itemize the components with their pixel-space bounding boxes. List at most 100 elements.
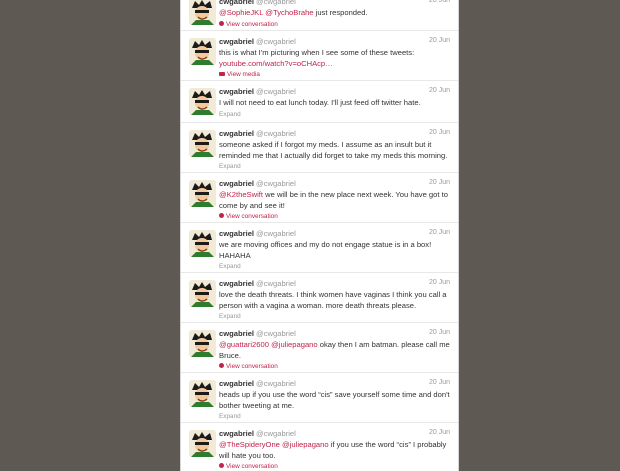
tweet-header: cwgabriel @cwgabriel [219,0,452,7]
action-label: View conversation [226,463,278,471]
author-handle[interactable]: @cwgabriel [256,129,296,138]
tweet-text-segment: someone asked if I forgot my meds. I ass… [219,140,448,160]
author-handle[interactable]: @cwgabriel [256,279,296,288]
author-name[interactable]: cwgabriel [219,379,254,388]
avatar[interactable] [189,38,216,65]
action-label: View conversation [226,363,278,371]
avatar[interactable] [189,180,216,207]
tweet-timestamp[interactable]: 20 Jun [429,37,450,44]
tweet-item[interactable]: cwgabriel @cwgabriel 20 Jun heads up if you… [181,373,458,423]
tweet-text: heads up if you use the word “cis” save … [219,390,452,411]
action-label: Expand [219,313,241,321]
tweet-timestamp[interactable]: 20 Jun [429,279,450,286]
author-name[interactable]: cwgabriel [219,179,254,188]
author-name[interactable]: cwgabriel [219,229,254,238]
author-handle[interactable]: @cwgabriel [256,37,296,46]
tweet-item[interactable]: cwgabriel @cwgabriel 20 Jun @SophieJKL @Tyc… [181,0,458,31]
tweet-text: I will not need to eat lunch today. I'll… [219,98,452,109]
action-label: View conversation [226,20,278,28]
tweet-item[interactable]: cwgabriel @cwgabriel 20 Jun love the death … [181,273,458,323]
tweet-link[interactable]: @juliepagano [282,440,329,449]
tweet-timestamp[interactable]: 20 Jun [429,0,450,4]
expand-link[interactable]: Expand [219,412,452,421]
tweet-item[interactable]: cwgabriel @cwgabriel 20 Jun we are moving o… [181,223,458,273]
tweet-timestamp[interactable]: 20 Jun [429,129,450,136]
timeline: cwgabriel @cwgabriel 20 Jun @SophieJKL @Tyc… [180,0,459,471]
action-label: Expand [219,163,241,171]
action-label: View conversation [226,213,278,221]
expand-link[interactable]: Expand [219,262,452,271]
avatar[interactable] [189,230,216,257]
tweet-text: love the death threats. I think women ha… [219,290,452,311]
author-name[interactable]: cwgabriel [219,279,254,288]
view-conversation-link[interactable]: View conversation [219,20,452,29]
tweet-text: @guattari2600 @juliepagano okay then I a… [219,340,452,361]
author-handle[interactable]: @cwgabriel [256,329,296,338]
avatar[interactable] [189,330,216,357]
tweet-link[interactable]: @TheSpideryOne [219,440,280,449]
avatar[interactable] [189,0,216,25]
author-name[interactable]: cwgabriel [219,329,254,338]
author-handle[interactable]: @cwgabriel [256,0,296,6]
avatar[interactable] [189,280,216,307]
author-name[interactable]: cwgabriel [219,0,254,6]
conversation-icon [219,463,224,469]
author-name[interactable]: cwgabriel [219,37,254,46]
conversation-icon [219,20,224,26]
conversation-icon [219,363,224,369]
tweet-text: @K2theSwift we will be in the new place … [219,190,452,211]
view-media-link[interactable]: View media [219,70,452,79]
avatar[interactable] [189,88,216,115]
tweet-text: we are moving offices and my do not enga… [219,240,452,261]
tweet-text: someone asked if I forgot my meds. I ass… [219,140,452,161]
media-icon [219,72,225,77]
tweet-item[interactable]: cwgabriel @cwgabriel 20 Jun I will not need… [181,81,458,123]
tweet-timestamp[interactable]: 20 Jun [429,179,450,186]
tweet-timestamp[interactable]: 20 Jun [429,229,450,236]
view-conversation-link[interactable]: View conversation [219,362,452,371]
action-label: Expand [219,110,241,118]
author-handle[interactable]: @cwgabriel [256,229,296,238]
author-handle[interactable]: @cwgabriel [256,379,296,388]
tweet-link[interactable]: @juliepagano [271,340,318,349]
conversation-icon [219,213,224,219]
view-conversation-link[interactable]: View conversation [219,462,452,471]
tweet-header: cwgabriel @cwgabriel [219,379,452,389]
author-name[interactable]: cwgabriel [219,129,254,138]
expand-link[interactable]: Expand [219,312,452,321]
tweet-item[interactable]: cwgabriel @cwgabriel 20 Jun @TheSpideryOne … [181,423,458,471]
author-name[interactable]: cwgabriel [219,87,254,96]
view-conversation-link[interactable]: View conversation [219,212,452,221]
tweet-header: cwgabriel @cwgabriel [219,329,452,339]
expand-link[interactable]: Expand [219,110,452,119]
tweet-text: @SophieJKL @TychoBrahe just responded. [219,8,452,19]
tweet-timestamp[interactable]: 20 Jun [429,429,450,436]
tweet-timestamp[interactable]: 20 Jun [429,329,450,336]
tweet-link[interactable]: @K2theSwift [219,190,263,199]
tweet-timestamp[interactable]: 20 Jun [429,379,450,386]
tweet-link[interactable]: @guattari2600 [219,340,269,349]
author-name[interactable]: cwgabriel [219,429,254,438]
author-handle[interactable]: @cwgabriel [256,179,296,188]
tweet-text-segment: we are moving offices and my do not enga… [219,240,432,260]
tweet-link[interactable]: @TychoBrahe [265,8,313,17]
action-label: View media [227,71,260,79]
action-label: Expand [219,413,241,421]
author-handle[interactable]: @cwgabriel [256,87,296,96]
tweet-text: @TheSpideryOne @juliepagano if you use t… [219,440,452,461]
tweet-link[interactable]: youtube.com/watch?v=oCHAcp… [219,59,333,68]
tweet-item[interactable]: cwgabriel @cwgabriel 20 Jun @guattari2600 @… [181,323,458,373]
tweet-item[interactable]: cwgabriel @cwgabriel 20 Jun this is what I'… [181,31,458,81]
tweet-timestamp[interactable]: 20 Jun [429,87,450,94]
tweet-item[interactable]: cwgabriel @cwgabriel 20 Jun someone asked i… [181,123,458,173]
expand-link[interactable]: Expand [219,162,452,171]
tweet-header: cwgabriel @cwgabriel [219,429,452,439]
avatar[interactable] [189,430,216,457]
tweet-header: cwgabriel @cwgabriel [219,229,452,239]
tweet-link[interactable]: @SophieJKL [219,8,263,17]
tweet-header: cwgabriel @cwgabriel [219,179,452,189]
author-handle[interactable]: @cwgabriel [256,429,296,438]
tweet-item[interactable]: cwgabriel @cwgabriel 20 Jun @K2theSwift we … [181,173,458,223]
avatar[interactable] [189,380,216,407]
avatar[interactable] [189,130,216,157]
